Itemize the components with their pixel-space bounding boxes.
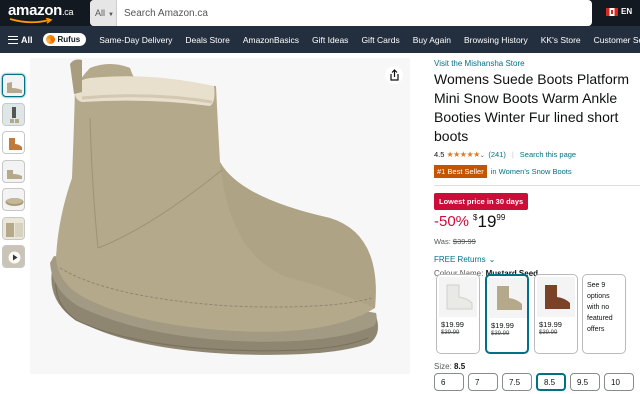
size-option-7-5[interactable]: 7.5 <box>502 373 532 391</box>
size-label: Size: 8.5 <box>434 362 466 371</box>
hamburger-icon <box>8 35 18 44</box>
thumbnail-2[interactable] <box>2 102 25 126</box>
search-this-page-link[interactable]: Search this page <box>520 150 576 159</box>
caret-down-icon: ▼ <box>108 12 114 18</box>
swatch-mustard-seed[interactable]: $19.99 $39.99 <box>485 274 529 354</box>
thumbnail-video[interactable] <box>2 245 25 268</box>
size-option-8-5[interactable]: 8.5 <box>536 373 566 391</box>
product-info: Visit the Mishansha Store Womens Suede B… <box>434 58 640 391</box>
swatch-white[interactable]: $19.99 $39.99 <box>436 274 480 354</box>
nav-item-deals[interactable]: Deals Store <box>185 35 229 45</box>
more-options-button[interactable]: See 9 options with no featured offers <box>582 274 626 354</box>
main-product-image[interactable] <box>30 58 410 374</box>
thumbnail-3[interactable] <box>2 131 25 154</box>
search-input[interactable] <box>118 0 558 26</box>
search-category-dropdown[interactable]: All ▼ <box>90 0 117 26</box>
divider: | <box>511 149 514 159</box>
top-header: amazon.ca All▼ EN <box>0 0 640 26</box>
nav-item-gift-ideas[interactable]: Gift Ideas <box>312 35 348 45</box>
share-button[interactable] <box>385 66 403 84</box>
thumbnail-5[interactable] <box>2 188 25 211</box>
store-link[interactable]: Visit the Mishansha Store <box>434 58 640 69</box>
nav-all-menu[interactable]: All <box>8 35 33 45</box>
rating-row: 4.5 ★★★★★⌄ (241) | Search this page <box>434 148 640 160</box>
nav-item-kks-store[interactable]: KK's Store <box>541 35 581 45</box>
price-row: -50% $19 99 <box>434 212 640 234</box>
discount-percent: -50% <box>434 213 470 230</box>
nav-item-browsing-history[interactable]: Browsing History <box>464 35 528 45</box>
thumbnail-list <box>2 74 26 274</box>
smile-arrow-icon <box>9 18 53 24</box>
rating-value: 4.5 <box>434 149 445 159</box>
thumbnail-1[interactable] <box>2 74 25 97</box>
boot-image <box>50 59 378 355</box>
nav-item-gift-cards[interactable]: Gift Cards <box>361 35 399 45</box>
best-seller-badge[interactable]: #1 Best Seller <box>434 165 487 178</box>
amazon-logo[interactable]: amazon.ca <box>8 2 73 19</box>
nav-item-amazonbasics[interactable]: AmazonBasics <box>243 35 299 45</box>
free-returns-link[interactable]: FREE Returns ⌄ <box>434 255 640 264</box>
size-option-7[interactable]: 7 <box>468 373 498 391</box>
nav-item-customer-service[interactable]: Customer Service <box>594 35 640 45</box>
rufus-button[interactable]: Rufus <box>42 33 87 46</box>
current-price: $19 99 <box>473 212 506 231</box>
language-selector[interactable]: EN <box>606 7 632 16</box>
chevron-down-icon: ⌄ <box>488 255 496 264</box>
deal-badge: Lowest price in 30 days <box>434 193 529 210</box>
best-seller-row: #1 Best Seller in Women's Snow Boots <box>434 165 640 178</box>
thumbnail-4[interactable] <box>2 159 25 183</box>
nav-bar: All Rufus Same-Day Delivery Deals Store … <box>0 26 640 53</box>
rufus-icon <box>45 35 55 44</box>
nav-all-label: All <box>21 34 33 45</box>
nav-item-buy-again[interactable]: Buy Again <box>413 35 451 45</box>
canada-flag-icon <box>606 7 618 16</box>
share-icon <box>389 69 399 81</box>
search-bar: All ▼ <box>90 0 592 26</box>
size-options: 6 7 7.5 8.5 9.5 10 <box>434 373 634 391</box>
colour-swatches: $19.99 $39.99 $19.99 $39.99 $19.99 $39.9… <box>434 274 640 354</box>
size-option-9-5[interactable]: 9.5 <box>570 373 600 391</box>
review-count-link[interactable]: (241) <box>488 150 506 159</box>
product-title: Womens Suede Boots Platform Mini Snow Bo… <box>434 71 630 144</box>
swatch-brown[interactable]: $19.99 $39.99 <box>534 274 578 354</box>
size-option-10[interactable]: 10 <box>604 373 634 391</box>
star-icon[interactable]: ★★★★★⌄ <box>446 150 484 159</box>
nav-item-same-day[interactable]: Same-Day Delivery <box>99 35 172 45</box>
was-price: Was: $39.99 <box>434 237 476 246</box>
section-divider <box>434 185 640 186</box>
thumbnail-6[interactable] <box>2 216 25 240</box>
best-seller-category-link[interactable]: in Women's Snow Boots <box>491 167 572 176</box>
size-option-6[interactable]: 6 <box>434 373 464 391</box>
language-label: EN <box>621 7 633 16</box>
